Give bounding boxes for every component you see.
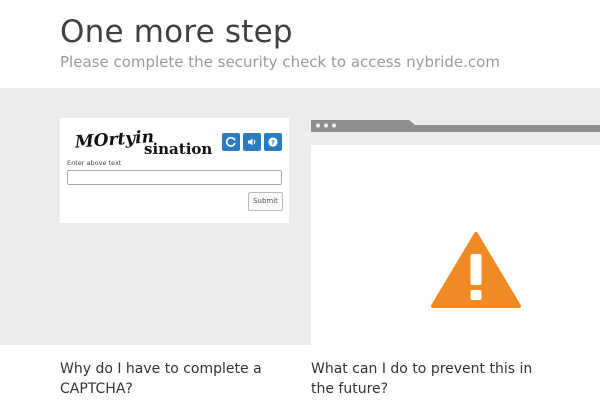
faq-why-captcha: Why do I have to complete a CAPTCHA? xyxy=(60,361,262,397)
page-subtitle: Please complete the security check to ac… xyxy=(60,53,500,71)
warning-icon xyxy=(431,232,521,308)
faq-prevent-future: What can I do to prevent this in the fut… xyxy=(311,361,533,397)
help-button[interactable]: ? xyxy=(264,133,282,151)
refresh-icon xyxy=(226,136,236,147)
captcha-image: MOrtyin sination xyxy=(73,127,212,158)
svg-text:?: ? xyxy=(271,138,275,146)
page-title: One more step xyxy=(60,14,293,50)
browser-tab-graphic xyxy=(311,120,600,132)
captcha-input-label: Enter above text xyxy=(67,159,122,167)
captcha-word-1: MOrtyin xyxy=(73,127,154,153)
refresh-button[interactable] xyxy=(222,133,240,151)
browser-illustration xyxy=(311,118,600,345)
audio-button[interactable] xyxy=(243,133,261,151)
captcha-widget: MOrtyin sination ? Enter above text Subm… xyxy=(60,118,289,223)
help-icon: ? xyxy=(268,137,278,147)
audio-icon xyxy=(248,138,256,146)
browser-title-bar xyxy=(311,118,600,145)
browser-viewport xyxy=(311,145,600,345)
page-header: One more step Please complete the securi… xyxy=(0,0,600,88)
captcha-response-input[interactable] xyxy=(67,170,282,185)
captcha-word-2: sination xyxy=(144,140,212,158)
submit-button[interactable]: Submit xyxy=(248,192,283,211)
